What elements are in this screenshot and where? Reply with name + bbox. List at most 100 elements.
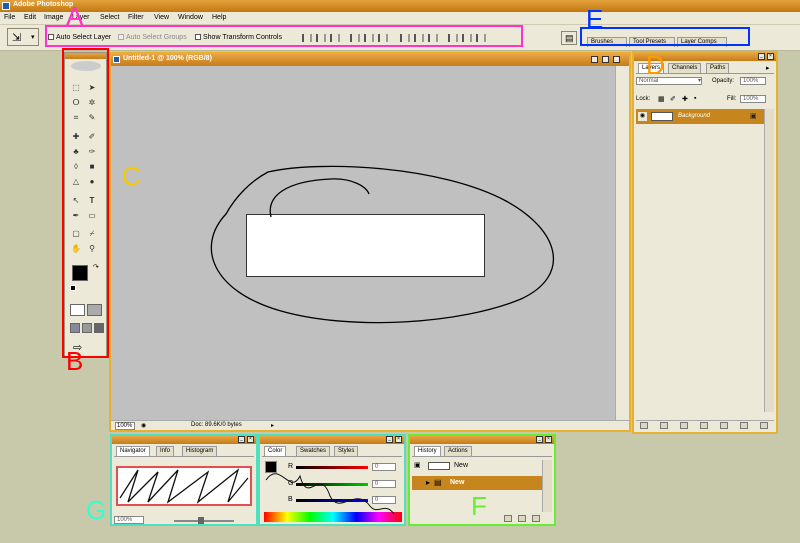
navigator-panel-tabs: Navigator Info Histogram [114, 446, 254, 457]
close-button[interactable]: × [767, 53, 774, 60]
history-scrollbar[interactable] [542, 460, 552, 512]
zoom-field[interactable]: 100% [115, 422, 135, 430]
eye-icon[interactable]: ◉ [638, 112, 647, 121]
minimize-button[interactable]: _ [758, 53, 765, 60]
close-button[interactable]: × [395, 436, 402, 443]
tab-styles[interactable]: Styles [334, 446, 359, 456]
panel-menu-icon[interactable]: ▸ [766, 64, 770, 72]
menu-image[interactable]: Image [44, 14, 63, 21]
lock-image-icon[interactable]: ✐ [670, 95, 676, 103]
new-group-icon[interactable] [720, 422, 728, 429]
minimize-button[interactable]: _ [591, 56, 598, 63]
new-layer-icon[interactable] [740, 422, 748, 429]
color-panel: _ × Color Swatches Styles R 0 G 0 B 0 [258, 434, 406, 526]
document-info: Doc: 89.6K/0 bytes [191, 422, 242, 428]
canvas-drawing [210, 165, 555, 324]
app-title-bar: Adobe Photoshop [0, 0, 800, 12]
move-tool-icon: ⇲ [12, 32, 22, 44]
tab-swatches[interactable]: Swatches [296, 446, 331, 456]
status-arrow-icon[interactable]: ▸ [271, 422, 274, 429]
document-title: Untitled-1 @ 100% (RGB/8) [123, 55, 212, 62]
menu-select[interactable]: Select [100, 14, 119, 21]
tab-history[interactable]: History [414, 446, 441, 456]
layer-lock-icon: ▣ [750, 113, 757, 120]
menu-filter[interactable]: Filter [128, 14, 144, 21]
annotation-label-c: C [122, 161, 141, 191]
maximize-button[interactable]: □ [602, 56, 609, 63]
layers-panel-footer [636, 420, 774, 430]
opacity-field[interactable]: 100% [740, 77, 766, 85]
document-window: Untitled-1 @ 100% (RGB/8) _ □ × 100% ◉ D… [109, 52, 631, 432]
chevron-down-icon: ▾ [697, 78, 701, 84]
fill-field[interactable]: 100% [740, 95, 766, 103]
close-button[interactable]: × [247, 436, 254, 443]
link-layers-icon[interactable] [640, 422, 648, 429]
color-scribble [265, 473, 395, 515]
menu-bar: File Edit Image Layer Select Filter View… [0, 12, 800, 25]
annotation-label-d: D [646, 50, 665, 80]
snapshot-label: New [454, 462, 469, 469]
file-browser-icon: ▤ [565, 33, 574, 43]
navigator-slider-thumb[interactable] [198, 517, 204, 524]
new-document-from-state-icon[interactable] [504, 515, 512, 522]
menu-view[interactable]: View [154, 14, 169, 21]
lock-label: Lock: [636, 96, 651, 102]
app-title: Adobe Photoshop [13, 1, 74, 8]
delete-state-icon[interactable] [532, 515, 540, 522]
navigator-zoom-slider[interactable] [174, 520, 234, 522]
history-panel-header[interactable]: _ × [410, 436, 554, 444]
layer-row-background[interactable]: ◉ Background ▣ [636, 109, 764, 124]
navigator-zoom-field[interactable]: 100% [114, 516, 144, 524]
tab-histogram[interactable]: Histogram [182, 446, 218, 456]
layer-name: Background [678, 113, 711, 119]
document-canvas[interactable] [111, 66, 615, 420]
navigator-panel-header[interactable]: _ × [112, 436, 256, 444]
layers-panel: _ × Layers Channels Paths ▸ Normal ▾ Opac… [632, 51, 778, 434]
tab-color[interactable]: Color [264, 446, 287, 456]
lock-all-icon[interactable]: ▪ [694, 95, 696, 102]
lock-position-icon[interactable]: ✚ [682, 95, 688, 103]
history-state-label: New [450, 479, 465, 486]
tab-info[interactable]: Info [156, 446, 175, 456]
lock-transparency-icon[interactable]: ▦ [658, 95, 665, 103]
adjustment-layer-icon[interactable] [700, 422, 708, 429]
annotation-label-b: B [66, 346, 84, 376]
annotation-label-f: F [471, 491, 487, 521]
layer-style-icon[interactable] [660, 422, 668, 429]
photoshop-logo-icon [2, 2, 10, 10]
status-menu-icon[interactable]: ◉ [141, 422, 146, 429]
vertical-scrollbar[interactable] [615, 66, 629, 420]
tab-channels[interactable]: Channels [668, 63, 702, 73]
layers-scrollbar[interactable] [764, 109, 774, 412]
document-icon [113, 56, 120, 63]
menu-file[interactable]: File [4, 14, 15, 21]
navigator-scribble [119, 468, 249, 504]
tab-actions[interactable]: Actions [444, 446, 472, 456]
layer-mask-icon[interactable] [680, 422, 688, 429]
annotation-box-a [45, 25, 523, 47]
close-button[interactable]: × [613, 56, 620, 63]
annotation-label-e: E [586, 4, 604, 34]
history-state-row[interactable]: ▸ ▤ New [412, 476, 542, 490]
history-brush-source-icon[interactable]: ▸ [426, 478, 430, 487]
tab-paths[interactable]: Paths [706, 63, 730, 73]
close-button[interactable]: × [545, 436, 552, 443]
history-state-icon: ▤ [434, 478, 442, 487]
tab-navigator[interactable]: Navigator [116, 446, 150, 456]
tool-preset-picker[interactable]: ⇲ ▾ [7, 28, 39, 46]
document-title-bar[interactable]: Untitled-1 @ 100% (RGB/8) _ □ × [111, 54, 629, 66]
history-snapshot-row[interactable]: ▣ New [412, 460, 542, 472]
annotation-box-b [62, 48, 109, 358]
annotation-box-e [580, 27, 750, 46]
minimize-button[interactable]: _ [238, 436, 245, 443]
menu-help[interactable]: Help [212, 14, 226, 21]
color-panel-header[interactable]: _ × [260, 436, 404, 444]
navigator-preview[interactable] [116, 466, 252, 506]
menu-window[interactable]: Window [178, 14, 203, 21]
minimize-button[interactable]: _ [386, 436, 393, 443]
file-browser-button[interactable]: ▤ [561, 31, 577, 45]
minimize-button[interactable]: _ [536, 436, 543, 443]
menu-edit[interactable]: Edit [24, 14, 36, 21]
delete-layer-icon[interactable] [760, 422, 768, 429]
new-snapshot-icon[interactable] [518, 515, 526, 522]
